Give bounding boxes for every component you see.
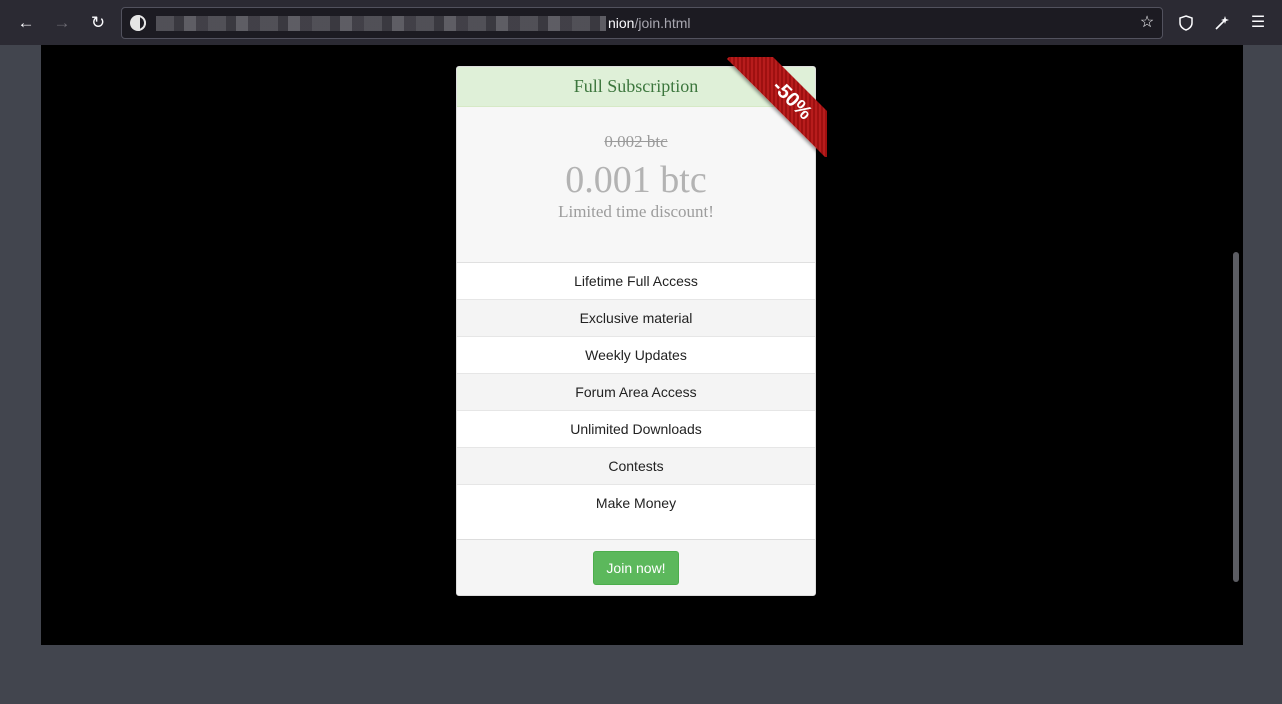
- url-bar[interactable]: nion/join.html: [121, 7, 1163, 39]
- discount-ribbon: -50%: [727, 57, 827, 157]
- back-button[interactable]: ←: [14, 11, 38, 35]
- shield-button[interactable]: [1174, 11, 1198, 35]
- shield-icon: [1179, 15, 1193, 31]
- discount-note: Limited time discount!: [558, 202, 714, 221]
- discount-badge: -50%: [727, 57, 827, 157]
- bookmark-button[interactable]: ☆: [1135, 11, 1159, 35]
- new-price: 0.001 btc: [565, 159, 707, 201]
- forward-button[interactable]: →: [50, 11, 74, 35]
- tor-onion-icon: [130, 15, 146, 31]
- extensions-button[interactable]: [1210, 11, 1234, 35]
- url-text: nion/join.html: [608, 15, 691, 31]
- arrow-right-icon: →: [53, 13, 71, 32]
- feature-list: Lifetime Full Access Exclusive material …: [457, 263, 815, 542]
- browser-toolbar: ← → ↻ nion/join.html ☆ ☰: [0, 0, 1282, 45]
- join-now-button[interactable]: Join now!: [593, 551, 679, 585]
- feature-item: Weekly Updates: [457, 337, 815, 374]
- arrow-left-icon: ←: [17, 13, 35, 32]
- feature-item: Forum Area Access: [457, 374, 815, 411]
- magic-wand-icon: [1215, 16, 1229, 30]
- hamburger-menu-icon: ☰: [1250, 14, 1266, 31]
- reload-button[interactable]: ↻: [86, 11, 110, 35]
- star-icon: ☆: [1139, 14, 1155, 31]
- reload-icon: ↻: [90, 13, 106, 32]
- feature-item: Contests: [457, 448, 815, 485]
- card-footer: Join now!: [457, 539, 815, 595]
- scrollbar-thumb[interactable]: [1233, 252, 1239, 582]
- url-redacted: [156, 16, 606, 31]
- feature-item: Exclusive material: [457, 300, 815, 337]
- menu-button[interactable]: ☰: [1246, 11, 1270, 35]
- feature-item: Make Money: [457, 485, 815, 542]
- feature-item: Unlimited Downloads: [457, 411, 815, 448]
- feature-item: Lifetime Full Access: [457, 263, 815, 300]
